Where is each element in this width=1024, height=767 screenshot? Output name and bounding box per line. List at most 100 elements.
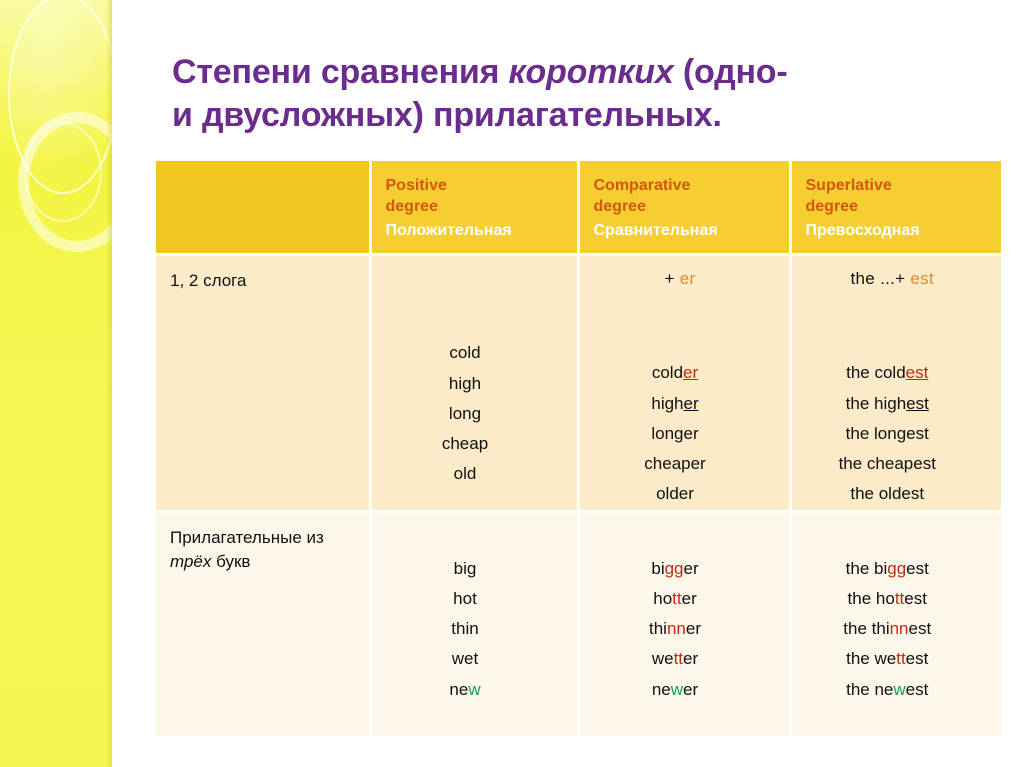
word-highlight: tt	[894, 588, 905, 608]
rule-plus: +	[664, 269, 680, 289]
row-2-superlative-words: the biggest the hottest the thinn est the we…	[792, 513, 1002, 705]
row-1-comparative-words: colder higher longer cheaper older	[580, 289, 789, 509]
sidebar-edge	[106, 0, 112, 767]
word-item: wet	[372, 644, 559, 674]
word-item: the coldest	[792, 358, 984, 388]
decorative-circle-small	[24, 122, 102, 222]
word-item: the highest	[792, 389, 984, 419]
header-superlative-en-1: Superlative	[805, 177, 892, 194]
row-1-positive-words: cold high long cheap old	[372, 269, 577, 489]
word-item: newer	[580, 675, 771, 705]
row-1-comparative-rule: + er	[580, 256, 789, 289]
table-header-cell-comparative: Comparative degree Сравнительная	[578, 161, 792, 255]
rule-the-plus: the ...+	[850, 269, 911, 289]
word-stem: high	[651, 393, 684, 413]
row-1-positive-rule	[372, 256, 577, 269]
word-stem: the longest	[845, 423, 929, 443]
word-item: old	[453, 464, 477, 484]
word-tail: er	[683, 649, 699, 669]
word-item: the cheapest	[792, 449, 984, 479]
word-item: long	[448, 403, 482, 423]
word-item: thinner	[580, 614, 771, 644]
word-highlight: nn	[889, 619, 909, 639]
header-positive-ru: Положительная	[385, 221, 512, 239]
table-header-cell-blank	[156, 161, 372, 255]
word-stem: big	[453, 558, 477, 578]
table-header-cell-positive: Positive degree Положительная	[370, 161, 580, 255]
row-2-comparative-words: bigger hotter thinner wetter newer	[580, 513, 789, 705]
word-item: cold	[449, 343, 481, 363]
word-tail: er	[681, 588, 697, 608]
word-tail: est	[905, 679, 929, 699]
header-positive-en-1: Positive	[385, 177, 447, 194]
header-superlative-en-2: degree	[805, 198, 858, 216]
word-stem: the thi	[843, 619, 890, 639]
word-item: the longest	[792, 419, 984, 449]
word-highlight: tt	[673, 649, 684, 669]
word-stem: ne	[651, 679, 671, 699]
word-stem: wet	[451, 649, 479, 669]
word-item: older	[580, 479, 771, 509]
row-1-label-cell: 1, 2 слога	[156, 253, 372, 512]
word-item: cheaper	[580, 449, 771, 479]
row-2-label-plain: Прилагательные из	[170, 527, 324, 547]
word-highlight: gg	[887, 558, 907, 578]
word-item: the biggest	[792, 554, 984, 584]
word-item: wetter	[580, 644, 771, 674]
header-comparative-ru: Сравнительная	[593, 221, 718, 239]
word-item: higher	[580, 389, 771, 419]
table-header: Positive degree Положительная Comparativ…	[156, 161, 1001, 255]
header-superlative-ru: Превосходная	[805, 221, 920, 239]
word-stem: hot	[453, 588, 477, 608]
word-highlight: er	[683, 363, 699, 383]
row-1-superlative-rule: the ...+ est	[792, 256, 1002, 289]
row-2-positive-cell: big hot thin wet new	[370, 509, 580, 737]
row-1-label-plain: 1, 2 слога	[170, 271, 247, 291]
rule-suffix-er: er	[679, 269, 696, 289]
word-stem: older	[656, 484, 694, 504]
word-highlight: nn	[666, 619, 686, 639]
word-item: new	[372, 675, 559, 705]
title-italic-word: коротких	[508, 52, 674, 91]
word-stem: the oldest	[850, 484, 925, 504]
word-highlight: est	[905, 363, 929, 383]
row-1-positive-cell: cold high long cheap old	[370, 253, 580, 512]
rule-suffix-est: est	[910, 269, 934, 289]
word-highlight: er	[683, 393, 699, 413]
word-stem: cold	[651, 363, 684, 383]
row-2-comparative-cell: bigger hotter thinner wetter newer	[578, 509, 792, 737]
word-item: the hottest	[792, 584, 984, 614]
header-positive-en-2: degree	[385, 198, 438, 216]
word-item: the wettest	[792, 644, 984, 674]
word-highlight: gg	[664, 558, 684, 578]
word-stem: the bi	[845, 558, 888, 578]
word-stem: the cold	[846, 363, 906, 383]
word-item: thin	[372, 614, 559, 644]
word-item: cheap	[441, 434, 489, 454]
table-header-row: Positive degree Положительная Comparativ…	[156, 161, 1001, 255]
row-1-superlative-words: the coldest the highest the longest the che…	[792, 289, 1002, 509]
row-2-label-tail: букв	[211, 551, 251, 571]
row-2-superlative-cell: the biggest the hottest the thinn est the we…	[790, 509, 1002, 737]
word-stem: the we	[846, 649, 897, 669]
word-item: bigger	[580, 554, 771, 584]
row-2-positive-words: big hot thin wet new	[372, 513, 577, 705]
word-highlight: tt	[672, 588, 682, 608]
word-item: colder	[580, 358, 771, 388]
word-item: the oldest	[792, 479, 984, 509]
title-part-2: (одно-	[673, 52, 788, 91]
word-stem: the high	[845, 393, 907, 413]
word-highlight: w	[893, 679, 906, 699]
header-comparative-en-1: Comparative	[593, 177, 691, 194]
degrees-of-comparison-table: Positive degree Положительная Comparativ…	[156, 161, 1002, 737]
word-item: longer	[580, 419, 771, 449]
row-1-label: 1, 2 слога	[156, 256, 369, 293]
row-1-superlative-cell: the ...+ est the coldest the highest the l…	[790, 253, 1002, 512]
table-row: Прилагательные из трёх букв big hot thin we…	[156, 509, 1002, 737]
word-highlight: w	[468, 679, 481, 699]
word-item: the newest	[792, 675, 984, 705]
sidebar-decoration	[0, 0, 112, 767]
word-stem: the ne	[846, 679, 894, 699]
word-stem: the cheapest	[838, 454, 936, 474]
word-tail: er	[685, 619, 701, 639]
